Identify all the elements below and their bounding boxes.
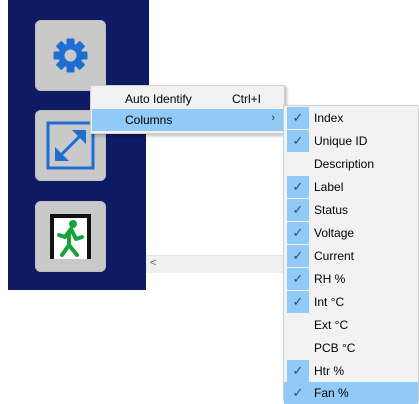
- checkmark-icon: ✓: [292, 294, 304, 309]
- checkmark-icon: ✓: [292, 248, 304, 263]
- column-option-ext-temp[interactable]: Ext °C: [284, 314, 418, 336]
- submenu-arrow-icon: ›: [271, 112, 275, 124]
- menu-item-label: Auto Identify: [125, 92, 192, 106]
- column-option-int-temp[interactable]: ✓ Int °C: [284, 291, 418, 313]
- column-option-label[interactable]: ✓ Label: [284, 176, 418, 198]
- exit-door-icon: [50, 214, 91, 259]
- column-option-unique-id[interactable]: ✓ Unique ID: [284, 130, 418, 152]
- exit-tile-button[interactable]: [35, 201, 106, 272]
- sidebar: [8, 0, 149, 290]
- column-option-label: Label: [314, 180, 344, 194]
- checkmark-icon: ✓: [292, 179, 304, 194]
- gear-icon: [53, 38, 88, 73]
- settings-tile-button[interactable]: [35, 20, 106, 91]
- column-option-label: RH %: [314, 272, 346, 286]
- column-option-index[interactable]: ✓ Index: [284, 107, 418, 129]
- column-option-label: Unique ID: [314, 134, 368, 148]
- column-option-label: Voltage: [314, 226, 355, 240]
- column-option-label: Index: [314, 111, 344, 125]
- checkmark-icon: ✓: [292, 363, 304, 378]
- context-menu: Auto Identify Ctrl+I Columns ›: [90, 85, 285, 134]
- checkmark-icon: ✓: [292, 225, 304, 240]
- column-option-rh[interactable]: ✓ RH %: [284, 268, 418, 290]
- checkmark-icon: ✓: [292, 133, 304, 148]
- column-option-label: Current: [314, 249, 355, 263]
- column-option-description[interactable]: Description: [284, 153, 418, 175]
- column-option-label: Htr %: [314, 364, 344, 378]
- scroll-left-arrow[interactable]: <: [150, 257, 156, 269]
- column-option-pcb-temp[interactable]: PCB °C: [284, 337, 418, 359]
- column-option-status[interactable]: ✓ Status: [284, 199, 418, 221]
- column-option-label: Int °C: [314, 295, 345, 309]
- menu-item-auto-identify[interactable]: Auto Identify Ctrl+I: [92, 88, 283, 110]
- column-option-voltage[interactable]: ✓ Voltage: [284, 222, 418, 244]
- columns-submenu: ✓ Index ✓ Unique ID Description ✓ Label …: [283, 105, 418, 404]
- checkmark-icon: ✓: [292, 110, 304, 125]
- column-option-label: Ext °C: [314, 318, 349, 332]
- horizontal-scrollbar[interactable]: <: [146, 255, 294, 273]
- menu-item-shortcut: Ctrl+I: [231, 92, 261, 106]
- column-option-htr[interactable]: ✓ Htr %: [284, 360, 418, 382]
- column-option-label: Description: [314, 157, 375, 171]
- checkmark-icon: ✓: [292, 385, 304, 400]
- column-option-label: Status: [314, 203, 349, 217]
- column-option-fan[interactable]: ✓ Fan %: [284, 382, 418, 404]
- menu-item-label: Columns: [125, 113, 173, 127]
- checkmark-icon: ✓: [292, 202, 304, 217]
- column-option-label: Fan %: [314, 386, 349, 400]
- column-option-label: PCB °C: [314, 341, 356, 355]
- checkmark-icon: ✓: [292, 271, 304, 286]
- column-option-current[interactable]: ✓ Current: [284, 245, 418, 267]
- menu-item-columns[interactable]: Columns ›: [92, 109, 283, 131]
